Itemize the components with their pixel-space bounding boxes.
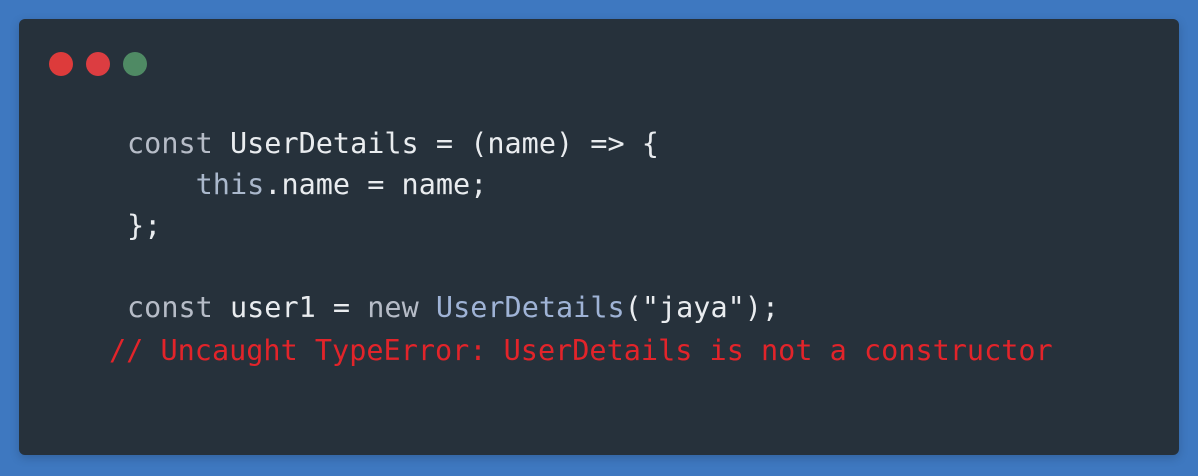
code-line-1-rest: = (name) => { <box>418 127 659 160</box>
window-controls <box>49 52 147 76</box>
minimize-dot-icon[interactable] <box>86 52 110 76</box>
code-window: const UserDetails = (name) => { this.nam… <box>19 19 1179 455</box>
code-line-5: const user1 = new UserDetails("jaya"); <box>127 291 779 324</box>
code-line-2: this.name = name; <box>127 168 488 201</box>
class-userdetails: UserDetails <box>435 291 625 324</box>
keyword-new: new <box>367 291 419 324</box>
keyword-const-2: const <box>127 291 213 324</box>
keyword-this: this <box>195 168 265 201</box>
code-block: const UserDetails = (name) => { this.nam… <box>127 123 779 328</box>
code-line-2-indent <box>127 168 196 201</box>
close-dot-icon[interactable] <box>49 52 73 76</box>
keyword-const: const <box>127 127 213 160</box>
error-comment: // Uncaught TypeError: UserDetails is no… <box>109 334 1053 367</box>
code-line-3: }; <box>127 209 162 242</box>
operator-equals: = <box>315 291 368 324</box>
identifier-userdetails: UserDetails <box>229 127 419 160</box>
code-line-1: const UserDetails = (name) => { <box>127 127 659 160</box>
identifier-user1: user1 <box>229 291 316 324</box>
maximize-dot-icon[interactable] <box>123 52 147 76</box>
call-args: ("jaya"); <box>624 291 780 324</box>
code-line-2-rest: .name = name; <box>264 168 488 201</box>
